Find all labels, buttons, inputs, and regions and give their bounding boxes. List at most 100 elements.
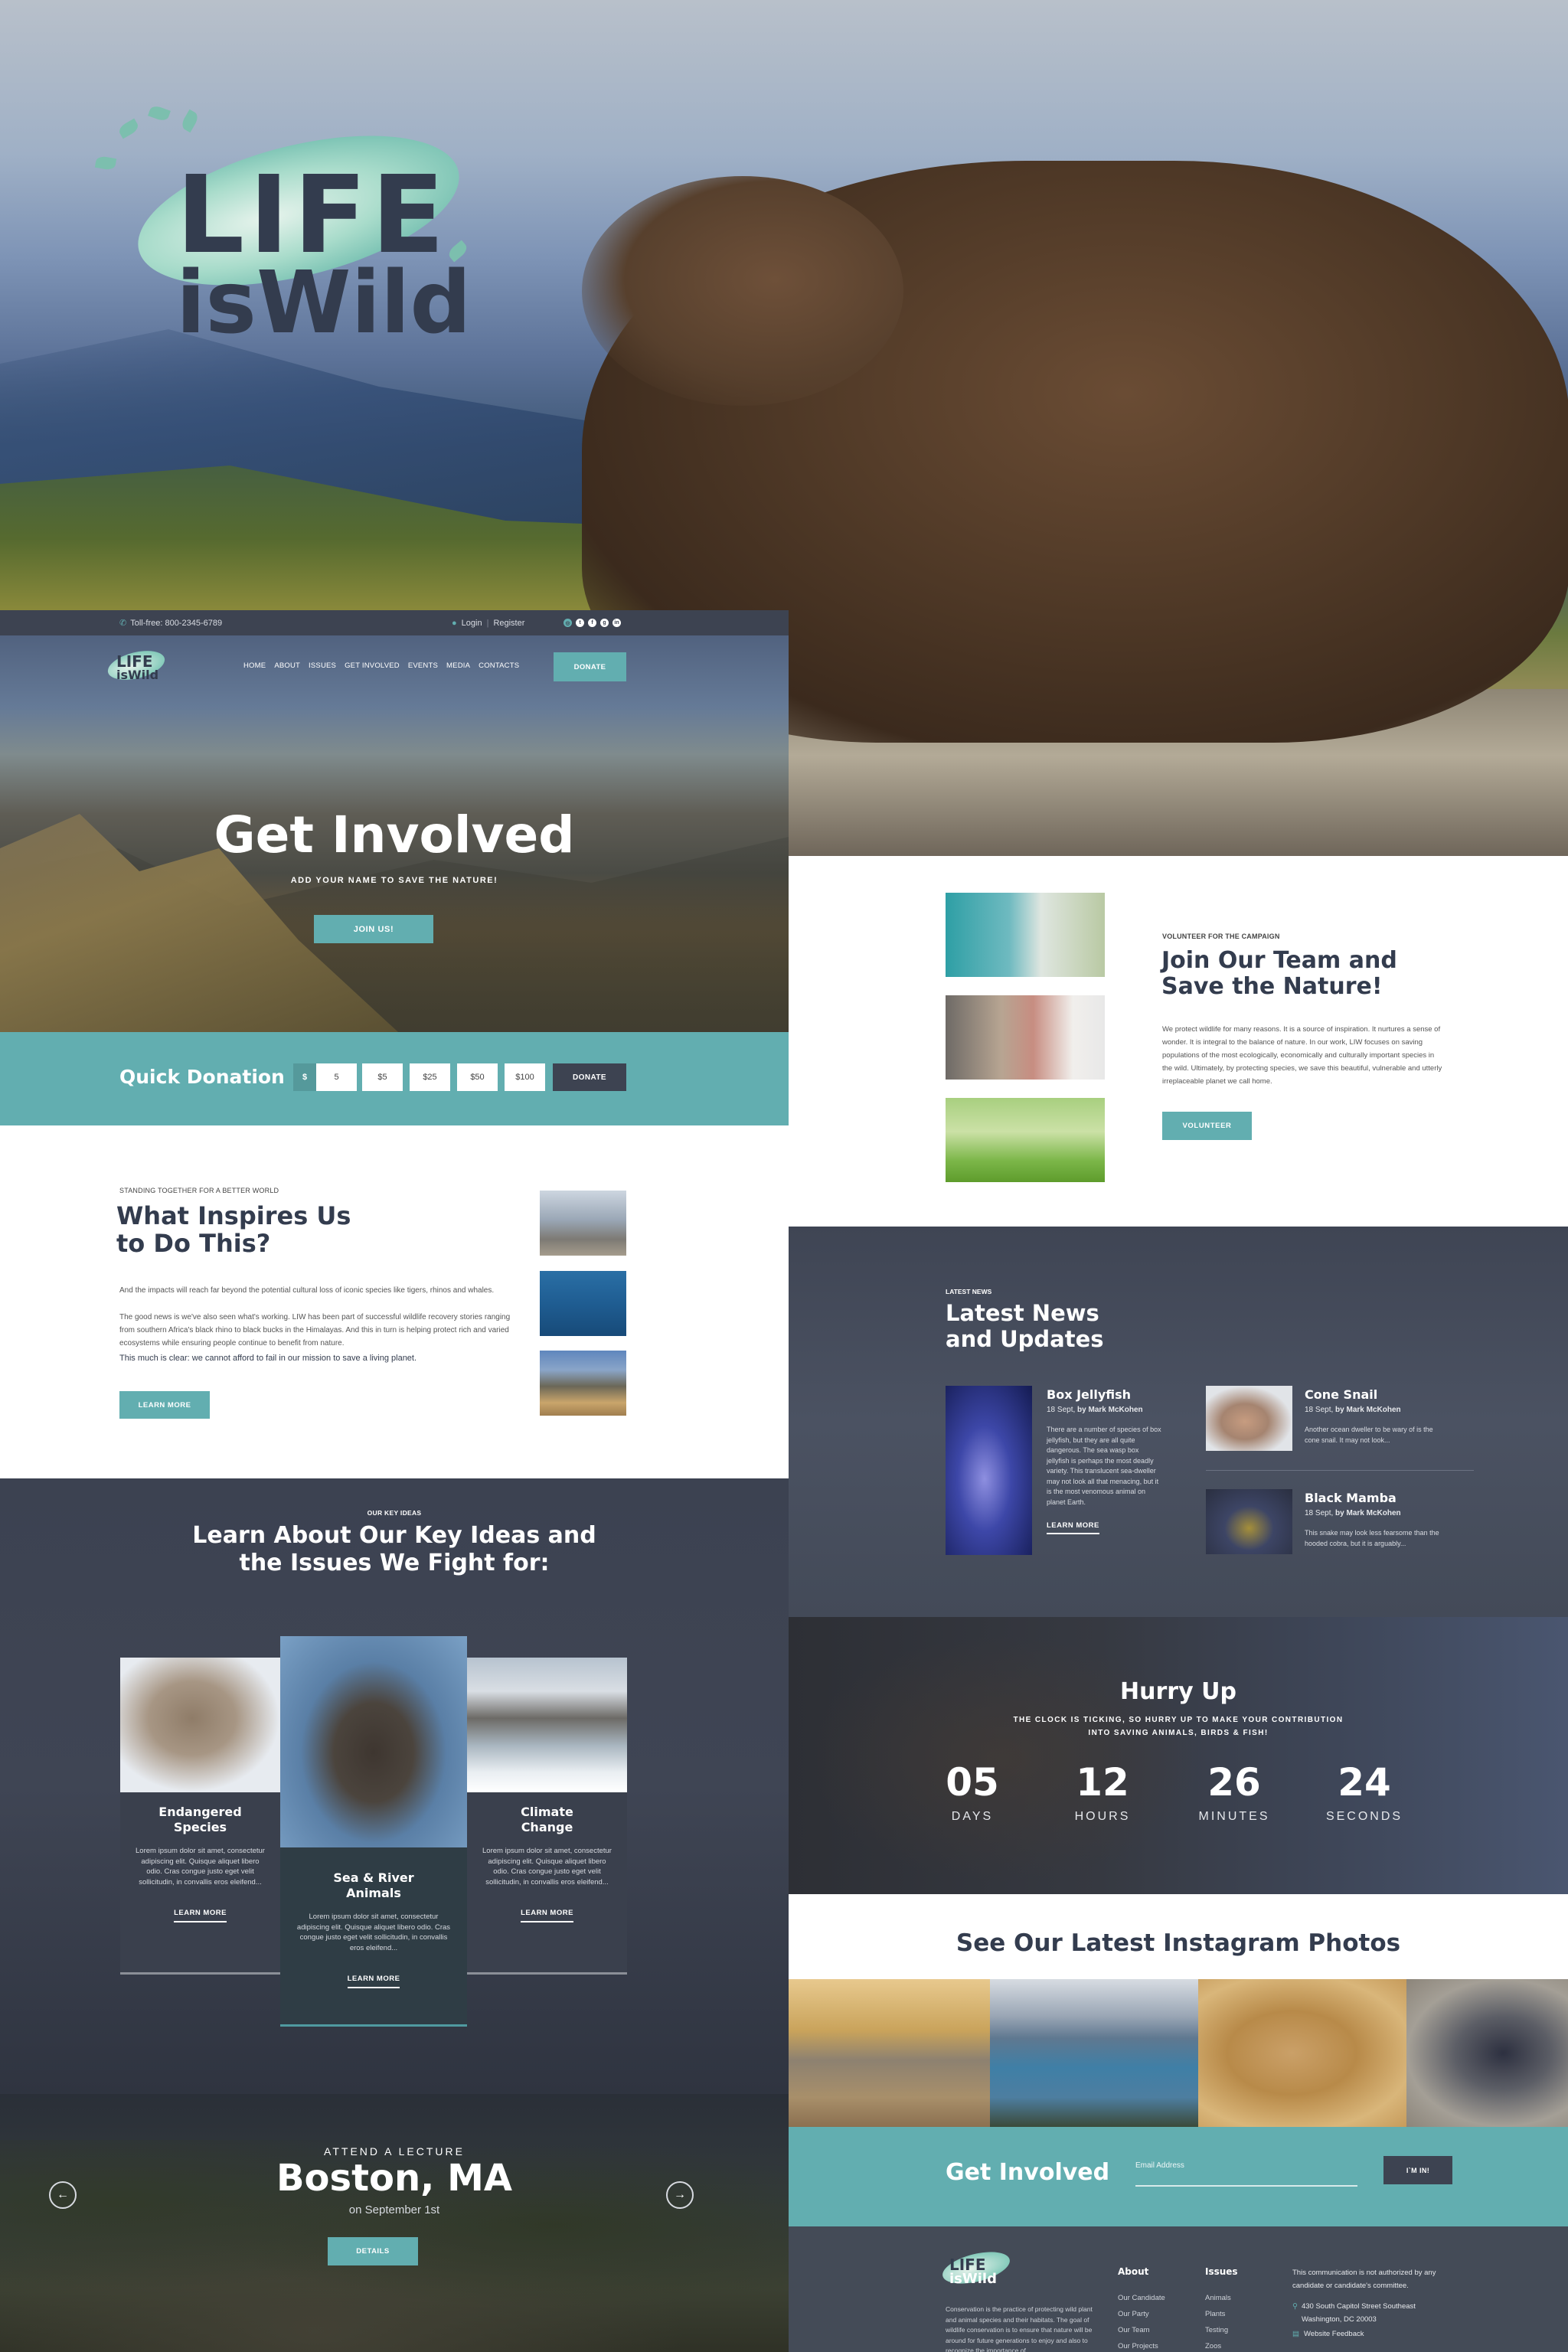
footer-link[interactable]: Our Candidate — [1118, 2294, 1165, 2302]
footer-link[interactable]: Our Projects — [1118, 2342, 1165, 2350]
nav-donate-button[interactable]: DONATE — [554, 652, 626, 681]
get-involved-hero: LIFE isWild HOME ABOUT ISSUES GET INVOLV… — [0, 635, 789, 1032]
instagram-icon[interactable]: ◎ — [564, 619, 572, 627]
volunteer-title-line2: Save the Nature! — [1161, 973, 1383, 1000]
news-item-learn-more[interactable]: LEARN MORE — [1047, 1521, 1099, 1534]
footer: LIFE isWild Conservation is the practice… — [789, 2226, 1568, 2352]
idea-card-learn-more[interactable]: LEARN MORE — [347, 1975, 400, 1988]
cone-snail-photo — [1206, 1386, 1292, 1451]
join-us-button[interactable]: JOIN US! — [314, 915, 433, 943]
idea-card-learn-more[interactable]: LEARN MORE — [521, 1909, 573, 1922]
footer-link[interactable]: Our Team — [1118, 2326, 1165, 2334]
ideas-kicker: OUR KEY IDEAS — [367, 1509, 422, 1517]
idea-card: Sea & River Animals Lorem ipsum dolor sit… — [280, 1636, 467, 2027]
volunteer-title-line1: Join Our Team and — [1161, 947, 1397, 974]
showcase-logo: LIFE isWild — [88, 104, 547, 368]
news-item-title[interactable]: Cone Snail — [1305, 1387, 1442, 1402]
top-bar: ✆ Toll-free: 800-2345-6789 ● Login | Reg… — [0, 610, 789, 635]
countdown-minutes: 26 MINUTES — [1181, 1761, 1288, 1824]
nav-about[interactable]: ABOUT — [274, 662, 300, 670]
auth-links: ● Login | Register — [452, 619, 524, 628]
nav-contacts[interactable]: CONTACTS — [479, 662, 519, 670]
news-kicker: LATEST NEWS — [946, 1288, 992, 1295]
news-item-text: This snake may look less fearsome than t… — [1305, 1529, 1439, 1547]
countdown-section: Hurry Up THE CLOCK IS TICKING, SO HURRY … — [789, 1617, 1568, 1894]
signup-bar: Get Involved I`M IN! — [789, 2127, 1568, 2226]
news-item-title[interactable]: Black Mamba — [1305, 1491, 1442, 1505]
footer-link[interactable]: Plants — [1205, 2310, 1238, 2318]
im-in-button[interactable]: I`M IN! — [1383, 2156, 1452, 2184]
countdown-value: 24 — [1338, 1760, 1391, 1805]
news-divider — [1206, 1470, 1474, 1471]
feedback-label: Website Feedback — [1303, 2330, 1364, 2338]
idea-card-title: Sea & River Animals — [333, 1870, 414, 1900]
twitter-icon[interactable]: t — [576, 619, 584, 627]
lioness-photo[interactable] — [1198, 1979, 1406, 2127]
news-item-title[interactable]: Box Jellyfish — [1047, 1387, 1161, 1402]
currency-symbol: $ — [293, 1063, 316, 1091]
register-link[interactable]: Register — [493, 619, 524, 628]
fire-salamander-photo[interactable] — [1406, 1979, 1568, 2127]
leaf-icon — [148, 104, 171, 122]
email-input[interactable] — [1135, 2156, 1357, 2187]
footer-column-about: About Our Candidate Our Party Our Team O… — [1118, 2266, 1165, 2352]
footer-link[interactable]: Testing — [1205, 2326, 1238, 2334]
footer-link[interactable]: Animals — [1205, 2294, 1238, 2302]
ideas-title: Learn About Our Key Ideas and the Issues… — [0, 1522, 789, 1577]
google-plus-icon[interactable]: g — [600, 619, 609, 627]
idea-card: Endangered Species Lorem ipsum dolor sit … — [120, 1658, 280, 1975]
user-icon: ● — [452, 618, 457, 628]
arrow-right-icon[interactable]: → — [666, 2181, 694, 2209]
news-item-meta: 18 Sept, by Mark McKohen — [1047, 1406, 1143, 1414]
footer-link[interactable]: Zoos — [1205, 2342, 1238, 2350]
auth-separator: | — [486, 618, 489, 628]
nav-home[interactable]: HOME — [243, 662, 266, 670]
woman-with-tablet-photo — [946, 893, 1105, 977]
couple-with-laptop-photo — [946, 995, 1105, 1080]
news-item-text: There are a number of species of box jel… — [1047, 1426, 1161, 1506]
savanna-elephant-zebras-photo[interactable] — [789, 1979, 990, 2127]
key-ideas-section: OUR KEY IDEAS Learn About Our Key Ideas … — [0, 1478, 789, 2094]
bear-head-image — [582, 176, 903, 406]
logo-line2: isWild — [176, 253, 472, 353]
volunteer-button[interactable]: VOLUNTEER — [1162, 1112, 1252, 1140]
quick-donate-button[interactable]: DONATE — [553, 1063, 626, 1091]
facebook-icon[interactable]: f — [588, 619, 596, 627]
lecture-details-button[interactable]: DETAILS — [328, 2237, 418, 2265]
leaf-icon — [94, 155, 117, 172]
hiker-on-peak-photo — [540, 1191, 626, 1256]
idea-card-learn-more[interactable]: LEARN MORE — [174, 1909, 227, 1922]
countdown-label: DAYS — [951, 1810, 994, 1823]
donation-amount-input[interactable]: 5 — [316, 1063, 357, 1091]
nav-get-involved[interactable]: GET INVOLVED — [345, 662, 400, 670]
linkedin-icon[interactable]: in — [612, 619, 621, 627]
preset-25-button[interactable]: $25 — [410, 1063, 450, 1091]
arrow-left-icon[interactable]: ← — [49, 2181, 77, 2209]
nav-media[interactable]: MEDIA — [446, 662, 470, 670]
preset-50-button[interactable]: $50 — [457, 1063, 498, 1091]
volunteer-text: We protect wildlife for many reasons. It… — [1162, 1025, 1442, 1086]
inspire-learn-more-button[interactable]: LEARN MORE — [119, 1391, 210, 1419]
footer-logo[interactable]: LIFE isWild — [939, 2246, 1026, 2292]
address-text: 430 South Capitol Street Southeast Washin… — [1301, 2302, 1416, 2324]
bear-background — [789, 1625, 1217, 1893]
login-link[interactable]: Login — [462, 619, 482, 628]
news-title: Latest News and Updates — [946, 1300, 1104, 1352]
phone-contact: ✆ Toll-free: 800-2345-6789 — [119, 618, 222, 629]
chat-icon: ▤ — [1292, 2330, 1299, 2338]
idea-card-text: Lorem ipsum dolor sit amet, consectetur … — [296, 1913, 451, 1952]
website-feedback-link[interactable]: ▤ Website Feedback — [1292, 2330, 1364, 2338]
news-section: LATEST NEWS Latest News and Updates Box … — [789, 1227, 1568, 1617]
countdown-label: HOURS — [1074, 1810, 1131, 1823]
mountain-lake-hiker-photo[interactable] — [990, 1979, 1198, 2127]
nav-issues[interactable]: ISSUES — [309, 662, 336, 670]
site-logo[interactable]: LIFE isWild — [104, 645, 173, 689]
preset-5-button[interactable]: $5 — [362, 1063, 403, 1091]
nav-events[interactable]: EVENTS — [408, 662, 438, 670]
footer-link[interactable]: Our Party — [1118, 2310, 1165, 2318]
inspire-paragraph-1: And the impacts will reach far beyond th… — [119, 1286, 495, 1295]
footer-notice: This communication is not authorized by … — [1292, 2269, 1436, 2290]
instagram-section: See Our Latest Instagram Photos — [789, 1894, 1568, 2127]
news-title-line2: and Updates — [946, 1326, 1104, 1352]
preset-100-button[interactable]: $100 — [505, 1063, 545, 1091]
